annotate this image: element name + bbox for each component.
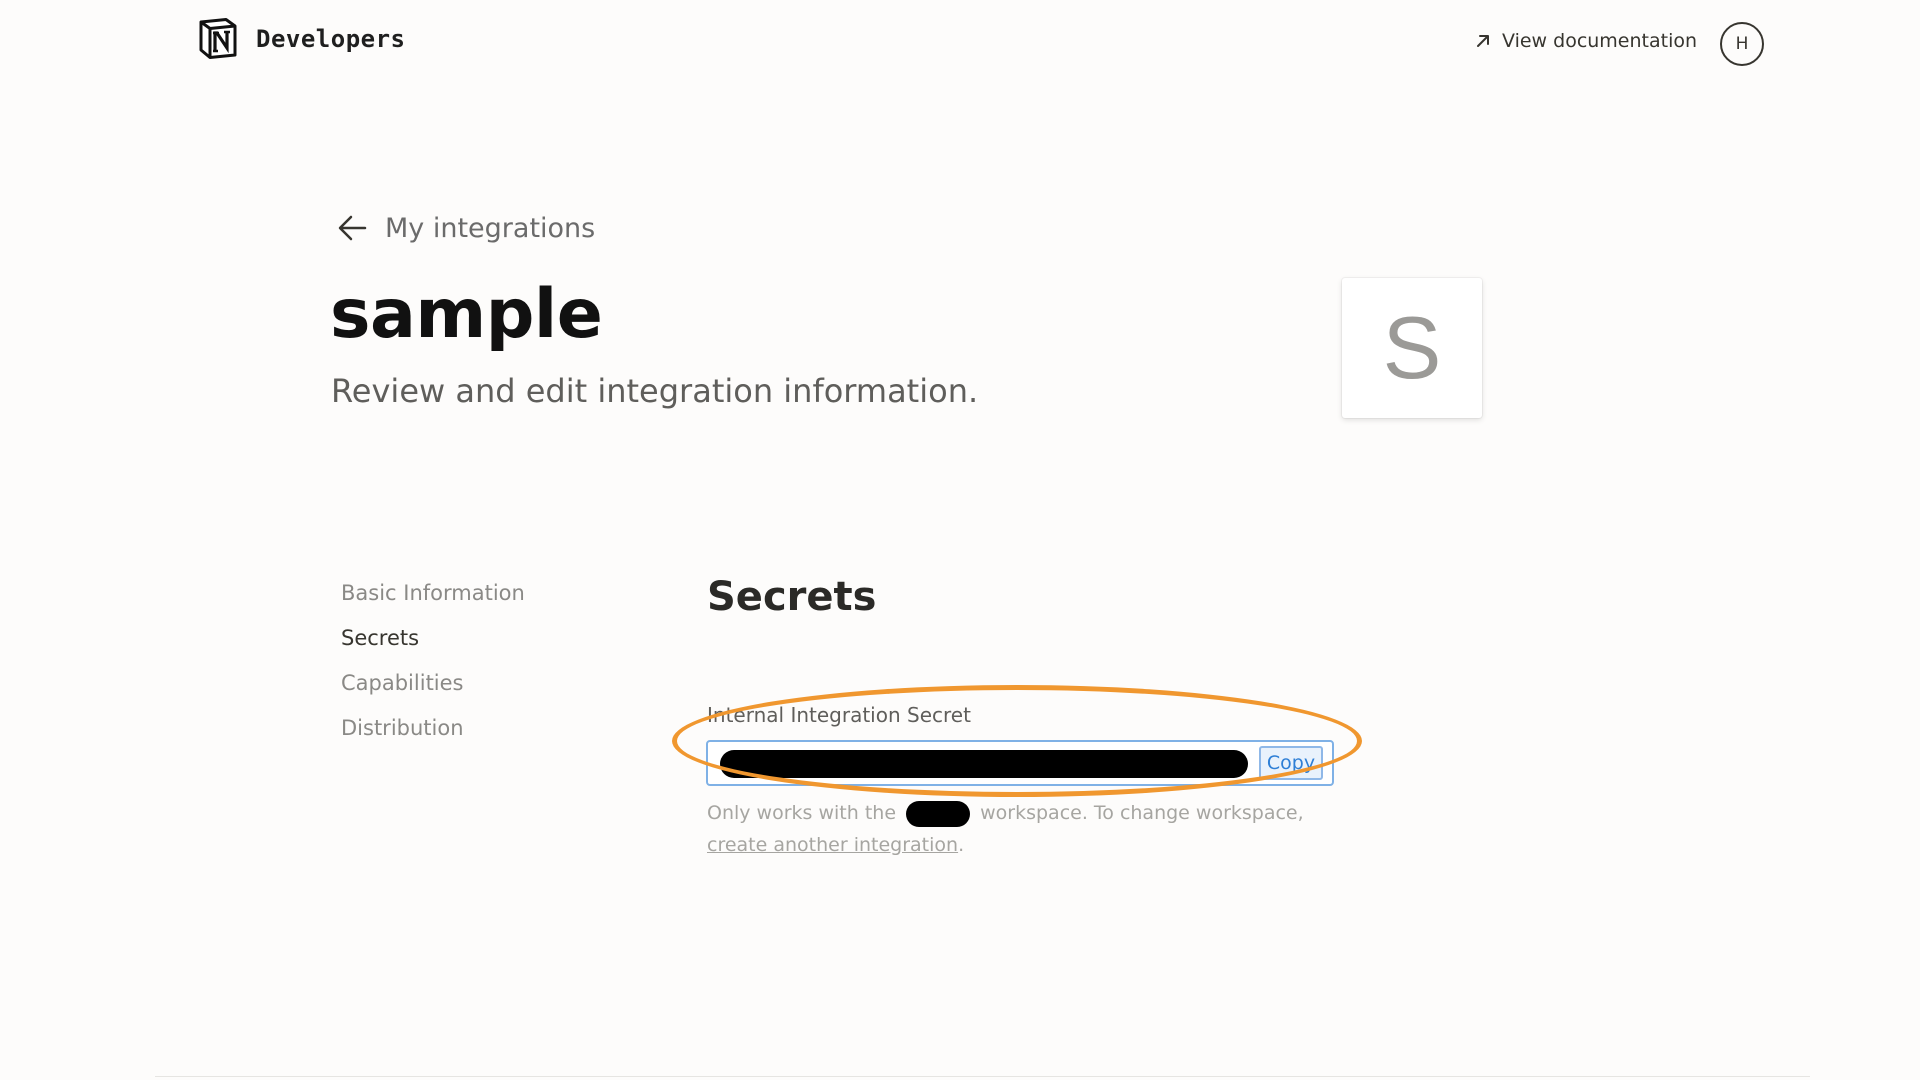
footer-divider <box>155 1076 1810 1077</box>
top-header: Developers View documentation H <box>0 0 1920 90</box>
page-subtitle: Review and edit integration information. <box>331 372 979 410</box>
create-another-integration-link[interactable]: create another integration <box>707 834 958 856</box>
help-text-end: . <box>958 834 965 856</box>
copy-button[interactable]: Copy <box>1259 746 1323 780</box>
brand-name: Developers <box>256 24 406 53</box>
help-text-suffix: workspace. To change workspace, <box>980 802 1304 824</box>
brand-link[interactable]: Developers <box>197 17 406 60</box>
integration-icon-letter: S <box>1382 298 1442 397</box>
workspace-name-redacted <box>906 800 971 827</box>
page-title: sample <box>330 275 603 354</box>
nav-item-secrets[interactable]: Secrets <box>341 623 525 668</box>
view-documentation-label: View documentation <box>1502 30 1698 52</box>
section-title: Secrets <box>707 574 877 620</box>
arrow-left-icon <box>338 215 367 241</box>
user-avatar[interactable]: H <box>1720 22 1764 66</box>
view-documentation-link[interactable]: View documentation <box>1474 30 1697 52</box>
nav-item-distribution[interactable]: Distribution <box>341 713 525 758</box>
workspace-help-text: Only works with the workspace. To change… <box>707 797 1347 861</box>
back-link-label: My integrations <box>385 212 596 244</box>
external-arrow-icon <box>1477 35 1489 47</box>
notion-logo-icon <box>199 18 237 59</box>
integration-icon-tile[interactable]: S <box>1342 278 1482 418</box>
help-text-prefix: Only works with the <box>707 802 897 824</box>
settings-side-nav: Basic Information Secrets Capabilities D… <box>341 578 525 758</box>
secret-field[interactable]: Copy <box>706 740 1334 786</box>
nav-item-capabilities[interactable]: Capabilities <box>341 668 525 713</box>
secret-value-redacted <box>720 750 1248 778</box>
back-to-integrations-link[interactable]: My integrations <box>337 212 595 244</box>
nav-item-basic-information[interactable]: Basic Information <box>341 578 525 623</box>
secret-field-label: Internal Integration Secret <box>707 703 971 727</box>
